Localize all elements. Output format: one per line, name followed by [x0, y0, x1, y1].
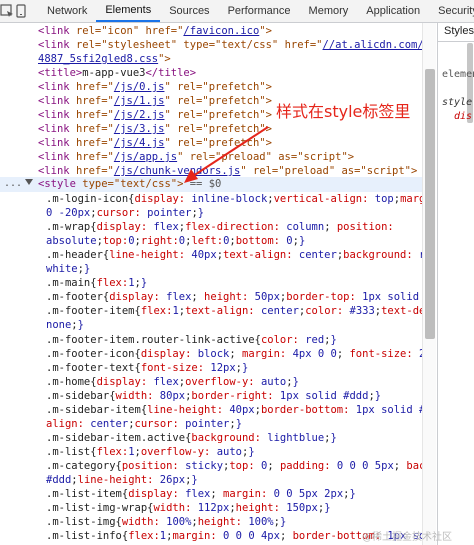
style-rule-label: style: [442, 97, 473, 108]
styles-pane: Styles element style dis: [437, 23, 474, 545]
inspect-element-icon[interactable]: [0, 0, 14, 22]
tab-sources[interactable]: Sources: [160, 0, 218, 22]
annotation-text: 样式在style标签里: [276, 102, 411, 121]
tab-memory[interactable]: Memory: [300, 0, 358, 22]
tab-network[interactable]: Network: [38, 0, 96, 22]
devtools-toolbar: Network Elements Sources Performance Mem…: [0, 0, 474, 23]
watermark: @稀土掘金技术社区: [362, 532, 452, 543]
device-toolbar-icon[interactable]: [14, 0, 28, 22]
style-prop-label: dis: [454, 111, 473, 122]
element-style-label: element: [442, 69, 474, 80]
elements-tree: <link rel="icon" href="/favicon.ico"> <l…: [0, 23, 436, 545]
tab-security[interactable]: Security: [429, 0, 474, 22]
tab-styles[interactable]: Styles: [444, 25, 474, 37]
tab-performance[interactable]: Performance: [219, 0, 300, 22]
tab-application[interactable]: Application: [357, 0, 429, 22]
tab-elements[interactable]: Elements: [96, 0, 161, 22]
styles-tab-divider: [438, 41, 474, 42]
